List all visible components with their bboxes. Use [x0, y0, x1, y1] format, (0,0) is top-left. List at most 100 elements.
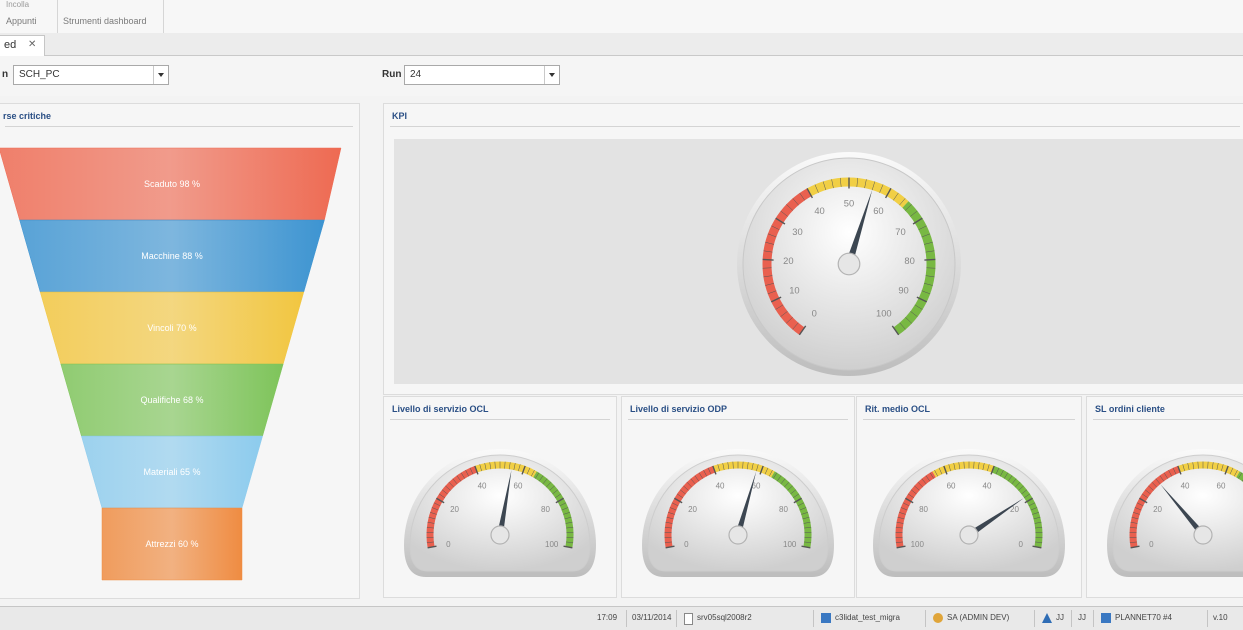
ribbon-group-clipboard[interactable]: Incolla Appunti	[0, 0, 58, 33]
status-version: v.10	[1213, 613, 1228, 622]
tab-label: ed	[4, 39, 16, 51]
average-delay-ocl-gauge: 100806040200	[857, 425, 1081, 595]
panel-divider	[863, 419, 1075, 420]
filter-bar: n SCH_PC Run 24	[0, 56, 1243, 96]
status-date: 03/11/2014	[632, 613, 671, 622]
gauge-hub	[960, 526, 978, 544]
gauge-tick-label: 80	[779, 505, 788, 514]
scheme-value: SCH_PC	[19, 69, 60, 80]
gauge-panel-delay: Rit. medio OCL 100806040200	[856, 396, 1082, 598]
gauge-tick-label: 0	[684, 540, 689, 549]
gauge-hub	[1194, 526, 1212, 544]
panel-title: Livello di servizio OCL	[392, 404, 489, 414]
gauge-tick-label: 80	[919, 505, 928, 514]
document-tabstrip: ed ✕	[0, 33, 1243, 56]
panel-title: Rit. medio OCL	[865, 404, 930, 414]
status-product: PLANNET70 #4	[1115, 613, 1172, 622]
panel-title: KPI	[392, 111, 407, 121]
close-icon[interactable]: ✕	[28, 39, 36, 50]
panel-divider	[390, 126, 1240, 127]
gauge-tick-label: 100	[545, 540, 559, 549]
gauge-tick-label: 80	[541, 505, 550, 514]
panel-divider	[390, 419, 610, 420]
gauge-panel-customer-orders: SL ordini cliente 020406080100	[1086, 396, 1243, 598]
ribbon-group-label: Appunti	[6, 16, 37, 26]
tab-dashboard[interactable]: ed ✕	[0, 35, 45, 56]
ribbon-paste-label[interactable]: Incolla	[6, 0, 29, 9]
gauge-tick-label: 20	[1153, 505, 1162, 514]
panel-title: SL ordini cliente	[1095, 404, 1165, 414]
gauge-hub	[838, 253, 860, 275]
run-label: Run	[382, 69, 401, 80]
ribbon-group-dashboard-tools[interactable]: Strumenti dashboard	[57, 0, 164, 33]
gauge-tick-label: 0	[1149, 540, 1154, 549]
server-icon	[684, 613, 693, 625]
status-code-1: JJ	[1056, 613, 1064, 622]
gauge-tick-label: 20	[450, 505, 459, 514]
gauge-tick-label: 100	[876, 308, 892, 319]
gauge-tick-label: 50	[844, 197, 854, 208]
gauge-tick	[763, 259, 774, 260]
database-icon	[821, 613, 831, 623]
gauge-tick-label: 0	[812, 308, 817, 319]
scheme-label: n	[2, 69, 8, 80]
chevron-down-icon[interactable]	[153, 66, 168, 84]
funnel-stage-label: Scaduto 98 %	[144, 179, 200, 189]
gauge-tick-label: 40	[1181, 482, 1190, 491]
gauge-tick-label: 80	[904, 255, 914, 266]
funnel-stage-label: Materiali 65 %	[143, 467, 200, 477]
product-icon	[1101, 613, 1111, 623]
scheme-select[interactable]: SCH_PC	[13, 65, 169, 85]
gauge-tick-label: 100	[783, 540, 797, 549]
panel-title: Livello di servizio ODP	[630, 404, 727, 414]
gauge-tick-label: 10	[789, 285, 799, 296]
gauge-hub	[491, 526, 509, 544]
gauge-tick-label: 40	[478, 482, 487, 491]
gauge-tick-label: 60	[514, 482, 523, 491]
gauge-panel-odp: Livello di servizio ODP 020406080100	[621, 396, 855, 598]
gauge-tick-label: 100	[911, 540, 925, 549]
run-value: 24	[410, 69, 421, 80]
warning-icon	[1042, 613, 1052, 623]
gauge-tick-label: 70	[895, 226, 905, 237]
gauge-tick	[924, 259, 935, 260]
funnel-chart: Scaduto 98 % Macchine 88 % Vincoli 70 % Qua…	[0, 104, 359, 598]
gauge-tick-label: 30	[792, 226, 802, 237]
gauge-tick-label: 0	[1018, 540, 1023, 549]
gauge-tick-label: 60	[873, 205, 883, 216]
gauge-hub	[729, 526, 747, 544]
kpi-gauge: 0 10 20 30 40 50 60 70 80 90 100	[729, 142, 969, 382]
status-code-2: JJ	[1078, 613, 1086, 622]
status-database: c3lidat_test_migra	[835, 613, 900, 622]
panel-divider	[628, 419, 848, 420]
gauge-tick-label: 40	[983, 482, 992, 491]
funnel-stage-label: Attrezzi 60 %	[145, 539, 198, 549]
gauge-tick-label: 90	[898, 285, 908, 296]
funnel-stage-label: Macchine 88 %	[141, 251, 203, 261]
gauge-tick-label: 20	[688, 505, 697, 514]
status-server: srv05sql2008r2	[697, 613, 752, 622]
ribbon: Incolla Appunti Strumenti dashboard	[0, 0, 1243, 34]
service-level-odp-gauge: 020406080100	[622, 425, 854, 595]
funnel-panel: rse critiche Scaduto 98 %Macchine 88 %Vi…	[0, 103, 360, 599]
ribbon-group-label: Strumenti dashboard	[63, 16, 147, 26]
status-bar: 17:09 03/11/2014 srv05sql2008r2 c3lidat_…	[0, 606, 1243, 630]
gauge-panel-ocl: Livello di servizio OCL 0 20 40 60 80 100	[383, 396, 617, 598]
panel-divider	[1093, 419, 1240, 420]
gauge-tick-label: 60	[947, 482, 956, 491]
gauge-tick-label: 0	[446, 540, 451, 549]
kpi-panel: KPI 0 10 20 30 40 50 60 70 80 90 100	[383, 103, 1243, 395]
gauge-tick-label: 40	[716, 482, 725, 491]
funnel-stage-label: Vincoli 70 %	[147, 323, 196, 333]
run-select[interactable]: 24	[404, 65, 560, 85]
gauge-tick-label: 60	[1217, 482, 1226, 491]
gauge-tick-label: 20	[783, 255, 793, 266]
user-icon	[933, 613, 943, 623]
customer-orders-sl-gauge: 020406080100	[1087, 425, 1243, 595]
funnel-stage-label: Qualifiche 68 %	[140, 395, 203, 405]
status-time: 17:09	[597, 613, 617, 622]
chevron-down-icon[interactable]	[544, 66, 559, 84]
status-user: SA (ADMIN DEV)	[947, 613, 1009, 622]
service-level-ocl-gauge: 0 20 40 60 80 100	[384, 425, 616, 595]
gauge-tick-label: 40	[814, 205, 824, 216]
